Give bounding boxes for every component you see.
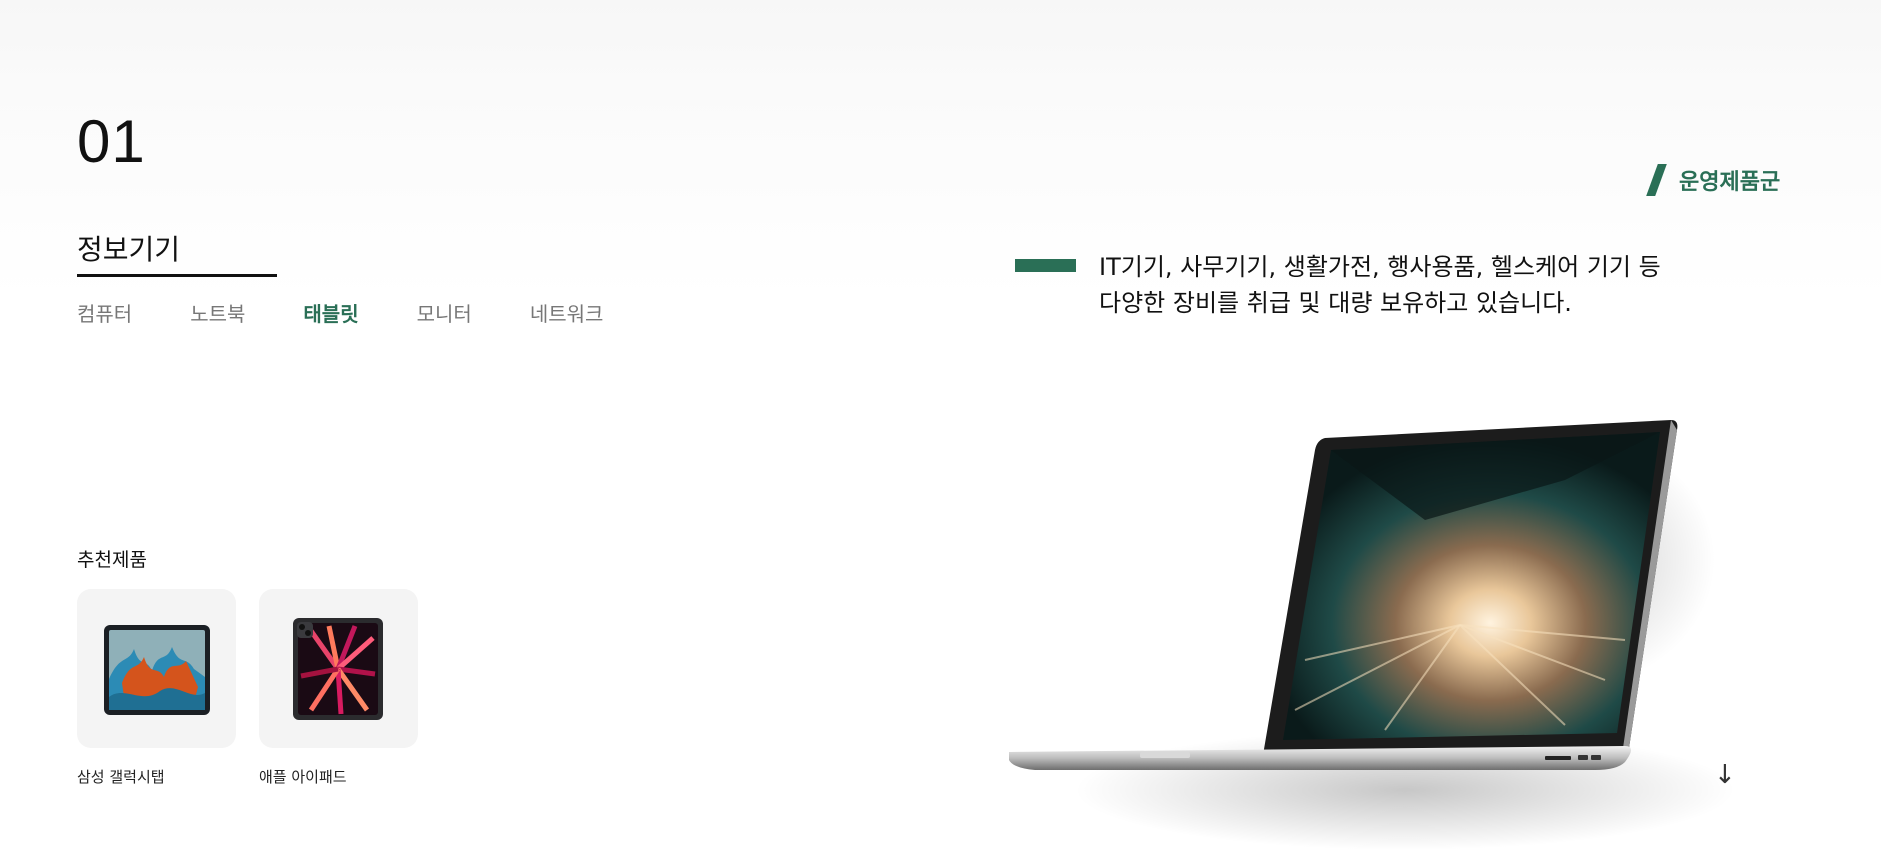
arrow-down-icon[interactable]: ↓ bbox=[1714, 762, 1736, 788]
brand-tag-text: 운영제품군 bbox=[1679, 170, 1781, 195]
tab-computer[interactable]: 컴퓨터 bbox=[77, 298, 132, 327]
subtab-nav: 컴퓨터 노트북 태블릿 모니터 네트워크 bbox=[77, 298, 661, 327]
ipad-image bbox=[292, 617, 383, 720]
description-text: IT기기, 사무기기, 생활가전, 행사용품, 헬스케어 기기 등 다양한 장비… bbox=[1099, 249, 1739, 321]
product-card-ipad[interactable]: 애플 아이패드 bbox=[259, 589, 418, 787]
brand-tag: 운영제품군 bbox=[1646, 164, 1781, 196]
tab-monitor[interactable]: 모니터 bbox=[417, 298, 472, 327]
category-title: 정보기기 bbox=[77, 233, 181, 266]
product-image-card[interactable] bbox=[259, 589, 418, 748]
description-accent-bar bbox=[1015, 259, 1076, 272]
section-number: 01 bbox=[77, 108, 146, 175]
samsung-tablet-image bbox=[103, 624, 210, 715]
product-image-card[interactable] bbox=[77, 589, 236, 748]
laptop-image bbox=[1009, 420, 1735, 850]
description-line-1: IT기기, 사무기기, 생활가전, 행사용품, 헬스케어 기기 등 bbox=[1099, 253, 1661, 281]
tab-notebook[interactable]: 노트북 bbox=[190, 298, 245, 327]
category-underline bbox=[77, 274, 277, 277]
description-line-2: 다양한 장비를 취급 및 대량 보유하고 있습니다. bbox=[1099, 289, 1572, 317]
recommended-products: 삼성 갤럭시탭 애플 아이패드 bbox=[77, 589, 441, 787]
recommended-label: 추천제품 bbox=[77, 549, 147, 571]
product-name[interactable]: 애플 아이패드 bbox=[259, 766, 418, 787]
tab-network[interactable]: 네트워크 bbox=[530, 298, 604, 327]
product-card-galaxy-tab[interactable]: 삼성 갤럭시탭 bbox=[77, 589, 236, 787]
tab-tablet[interactable]: 태블릿 bbox=[303, 298, 358, 327]
product-name[interactable]: 삼성 갤럭시탭 bbox=[77, 766, 236, 787]
